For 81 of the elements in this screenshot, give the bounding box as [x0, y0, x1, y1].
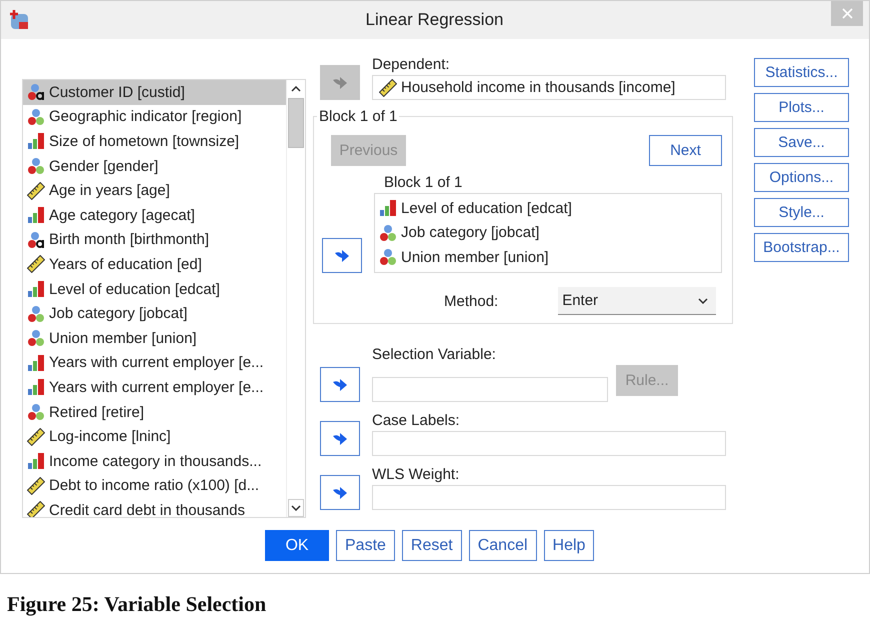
- circles-icon: [27, 83, 45, 102]
- variable-item[interactable]: Log-income [lninc]: [23, 424, 286, 449]
- dialog-button[interactable]: Save...: [754, 128, 849, 157]
- field-label: WLS Weight:: [372, 466, 460, 483]
- variable-item[interactable]: Credit card debt in thousands: [23, 498, 286, 517]
- close-icon: [842, 8, 852, 19]
- scroll-thumb[interactable]: [288, 98, 304, 148]
- bar-chart-icon: [27, 452, 45, 470]
- circles-icon: [379, 224, 397, 242]
- arrow-icon: [334, 248, 350, 262]
- method-dropdown[interactable]: Enter: [558, 287, 716, 315]
- group-title: Block 1 of 1: [318, 108, 398, 125]
- dialog-button[interactable]: Paste: [336, 530, 395, 561]
- bar-chart-icon: [27, 280, 45, 298]
- method-label: Method:: [444, 292, 498, 310]
- variable-item[interactable]: Job category [jobcat]: [375, 220, 721, 246]
- next-button[interactable]: Next: [649, 135, 722, 166]
- move-arrow-button[interactable]: [320, 421, 360, 456]
- circles-icon: [379, 248, 397, 266]
- variable-item[interactable]: Geographic indicator [region]: [23, 104, 286, 130]
- chevron-up-icon: [291, 86, 301, 92]
- bar-chart-icon: [27, 132, 45, 150]
- variable-item[interactable]: Union member [union]: [23, 326, 286, 351]
- field-label: Selection Variable:: [372, 346, 497, 363]
- variable-item[interactable]: Job category [jobcat]: [23, 301, 286, 326]
- list-title: Block 1 of 1: [384, 174, 464, 191]
- dialog-button[interactable]: Options...: [754, 163, 849, 192]
- variable-field[interactable]: [372, 377, 608, 402]
- variable-item[interactable]: Birth month [birthmonth]: [23, 228, 286, 252]
- variable-item[interactable]: Size of hometown [townsize]: [23, 129, 286, 154]
- circles-icon: [27, 403, 45, 422]
- circles-icon: [27, 108, 45, 126]
- arrow-icon: [332, 378, 348, 392]
- move-arrow-button[interactable]: [320, 367, 360, 402]
- arrow-icon: [332, 486, 348, 500]
- bar-chart-icon: [27, 354, 45, 372]
- scroll-bar[interactable]: [286, 80, 305, 517]
- dialog-button[interactable]: Cancel: [468, 530, 537, 561]
- circles-icon: [27, 304, 45, 323]
- variable-item[interactable]: Years with current employer [e...: [23, 375, 286, 400]
- dialog-button[interactable]: Bootstrap...: [754, 233, 849, 262]
- arrow-icon: [332, 432, 348, 446]
- circles-icon: [27, 230, 45, 249]
- chevron-down-icon: [291, 505, 301, 511]
- window-title: Linear Regression: [366, 10, 504, 30]
- move-arrow-button[interactable]: [322, 238, 362, 273]
- figure-caption: Figure 25: Variable Selection: [7, 592, 268, 617]
- variable-item[interactable]: Income category in thousands...: [23, 448, 286, 474]
- bar-chart-icon: [27, 206, 45, 224]
- variable-field[interactable]: [372, 431, 726, 456]
- variable-item[interactable]: Level of education [edcat]: [23, 276, 286, 302]
- dependent-field[interactable]: Household income in thousands [income]: [372, 75, 726, 100]
- dialog-button[interactable]: Reset: [402, 530, 462, 561]
- variable-item[interactable]: Union member [union]: [375, 245, 721, 270]
- variable-item[interactable]: Level of education [edcat]: [375, 196, 721, 221]
- variable-item[interactable]: Debt to income ratio (x100) [d...: [23, 474, 286, 498]
- dialog-button[interactable]: Style...: [754, 198, 849, 227]
- variable-item[interactable]: Years of education [ed]: [23, 252, 286, 277]
- circles-icon: [27, 157, 45, 176]
- bar-chart-icon: [27, 378, 45, 396]
- variable-item[interactable]: Retired [retire]: [23, 400, 286, 424]
- dialog-button[interactable]: Plots...: [754, 93, 849, 122]
- variable-item[interactable]: Years with current employer [e...: [23, 350, 286, 376]
- variable-item[interactable]: Customer ID [custid]: [23, 80, 286, 105]
- app-icon: [8, 9, 30, 31]
- field-value: Household income in thousands [income]: [401, 79, 676, 96]
- circles-icon: [27, 329, 45, 348]
- variable-field[interactable]: [372, 485, 726, 510]
- field-label: Case Labels:: [372, 412, 461, 429]
- variable-item[interactable]: Gender [gender]: [23, 154, 286, 178]
- dialog-button[interactable]: Help: [544, 530, 594, 561]
- bar-chart-icon: [379, 199, 397, 218]
- field-label: Dependent:: [372, 56, 451, 73]
- close-button[interactable]: [831, 1, 863, 26]
- move-arrow-button[interactable]: [320, 475, 360, 510]
- variable-item[interactable]: Age in years [age]: [23, 178, 286, 203]
- chevron-down-icon: [698, 298, 708, 304]
- dialog-button[interactable]: OK: [265, 530, 329, 561]
- arrow-icon: [332, 76, 348, 90]
- variable-item[interactable]: Age category [agecat]: [23, 202, 286, 228]
- dialog-button[interactable]: Statistics...: [754, 58, 849, 87]
